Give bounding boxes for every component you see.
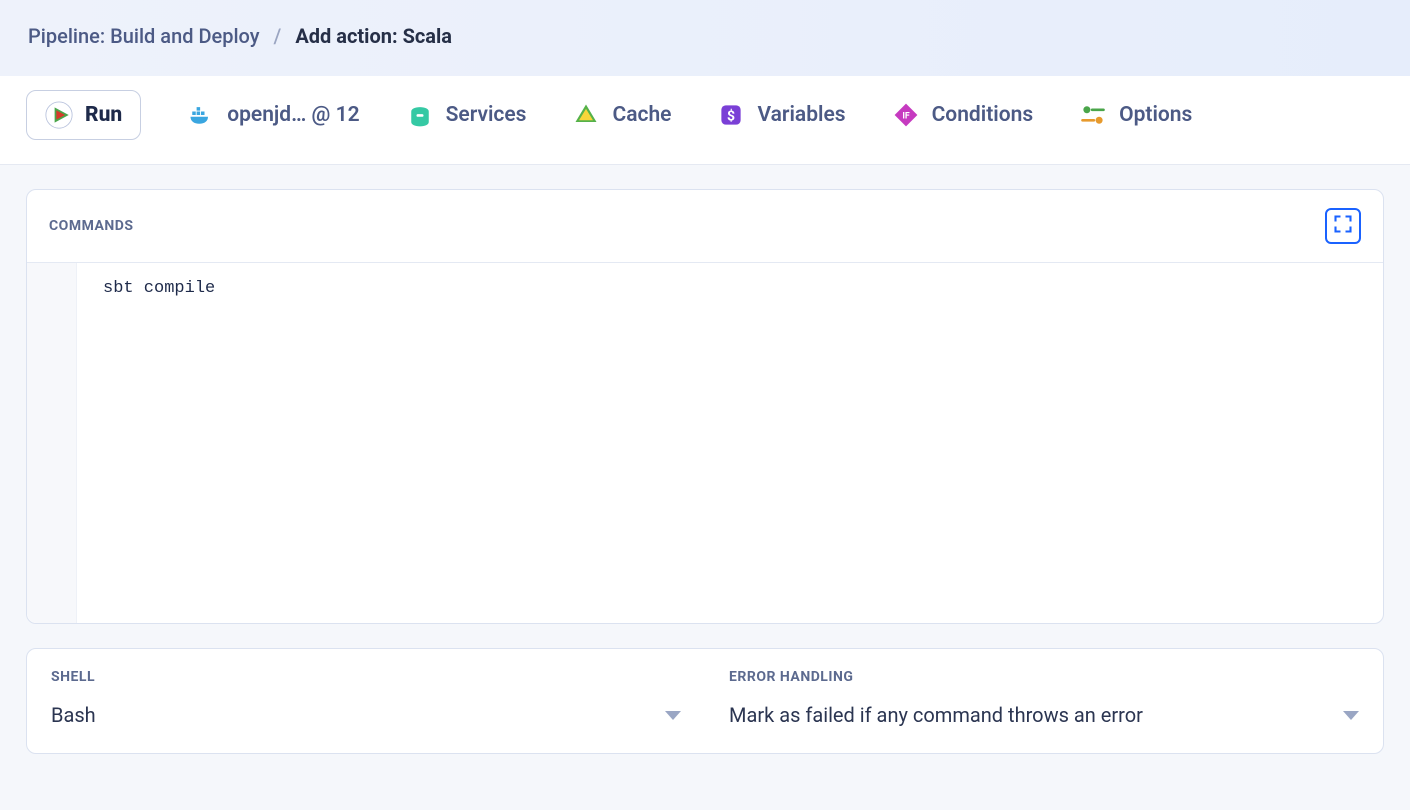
action-tabs: Run openjd… @ 12 Services Cache $ Variab… bbox=[0, 76, 1410, 165]
tab-cache[interactable]: Cache bbox=[572, 101, 671, 129]
tab-cache-label: Cache bbox=[612, 103, 671, 127]
chevron-down-icon bbox=[1343, 711, 1359, 720]
commands-editor[interactable]: sbt compile bbox=[27, 263, 1383, 623]
svg-text:$: $ bbox=[727, 107, 735, 124]
commands-label: COMMANDS bbox=[49, 218, 133, 234]
variables-icon: $ bbox=[717, 101, 745, 129]
options-icon bbox=[1079, 101, 1107, 129]
tab-docker[interactable]: openjd… @ 12 bbox=[187, 101, 359, 129]
tab-conditions[interactable]: IF Conditions bbox=[892, 101, 1034, 129]
error-handling-select[interactable]: Mark as failed if any command throws an … bbox=[729, 703, 1359, 727]
expand-icon bbox=[1333, 214, 1353, 238]
tab-options[interactable]: Options bbox=[1079, 101, 1192, 129]
tab-run-label: Run bbox=[85, 103, 122, 127]
editor-gutter bbox=[27, 263, 77, 623]
tab-variables[interactable]: $ Variables bbox=[717, 101, 845, 129]
chevron-down-icon bbox=[665, 711, 681, 720]
breadcrumb-current: Add action: Scala bbox=[295, 24, 452, 48]
tab-run[interactable]: Run bbox=[26, 90, 141, 140]
error-handling-field: ERROR HANDLING Mark as failed if any com… bbox=[705, 649, 1383, 753]
conditions-icon: IF bbox=[892, 101, 920, 129]
svg-text:IF: IF bbox=[902, 112, 910, 122]
tab-docker-label: openjd… @ 12 bbox=[227, 103, 359, 127]
settings-card: SHELL Bash ERROR HANDLING Mark as failed… bbox=[26, 648, 1384, 754]
breadcrumb: Pipeline: Build and Deploy / Add action:… bbox=[0, 0, 1410, 76]
shell-value: Bash bbox=[51, 703, 96, 727]
docker-icon bbox=[187, 101, 215, 129]
tab-services-label: Services bbox=[446, 103, 527, 127]
commands-card: COMMANDS sbt compile bbox=[26, 189, 1384, 624]
error-handling-value: Mark as failed if any command throws an … bbox=[729, 703, 1143, 727]
play-icon bbox=[45, 101, 73, 129]
cache-icon bbox=[572, 101, 600, 129]
commands-code: sbt compile bbox=[77, 263, 241, 623]
shell-field: SHELL Bash bbox=[27, 649, 705, 753]
tab-variables-label: Variables bbox=[757, 103, 845, 127]
services-icon bbox=[406, 101, 434, 129]
error-handling-label: ERROR HANDLING bbox=[729, 669, 1359, 685]
tab-services[interactable]: Services bbox=[406, 101, 527, 129]
expand-editor-button[interactable] bbox=[1325, 208, 1361, 244]
shell-label: SHELL bbox=[51, 669, 681, 685]
breadcrumb-parent[interactable]: Pipeline: Build and Deploy bbox=[28, 24, 260, 48]
breadcrumb-separator: / bbox=[274, 24, 282, 48]
tab-options-label: Options bbox=[1119, 103, 1192, 127]
shell-select[interactable]: Bash bbox=[51, 703, 681, 727]
tab-conditions-label: Conditions bbox=[932, 103, 1034, 127]
